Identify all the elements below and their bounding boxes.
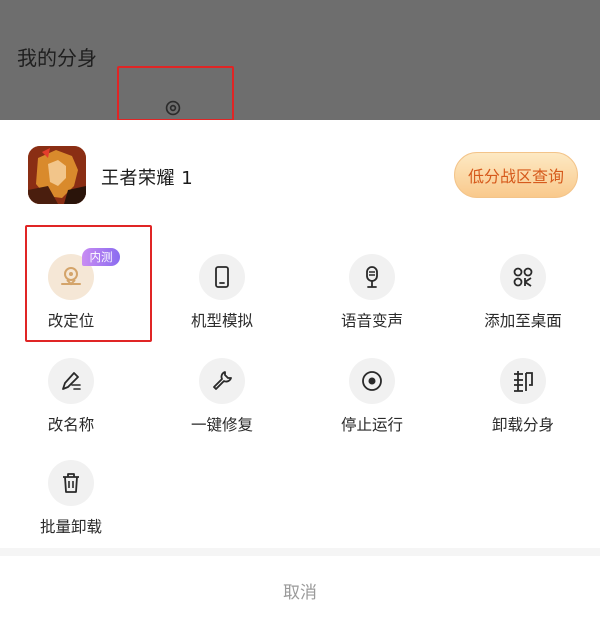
microphone-icon	[349, 254, 395, 300]
action-sheet: 王者荣耀 1 低分战区查询 改定位 机型模拟 语音变声 添加至桌面 改名称 一键…	[0, 120, 600, 624]
add-to-desktop-action[interactable]: 添加至桌面	[458, 254, 588, 344]
trash-icon	[48, 460, 94, 506]
rename-pen-icon	[48, 358, 94, 404]
rename-action[interactable]: 改名称	[6, 358, 136, 448]
game-app-icon	[28, 146, 86, 204]
voice-change-action[interactable]: 语音变声	[307, 254, 437, 344]
wrench-icon	[199, 358, 245, 404]
add-to-desktop-icon	[500, 254, 546, 300]
action-label: 语音变声	[340, 312, 403, 330]
page-title: 我的分身	[17, 46, 97, 70]
action-label: 一键修复	[190, 416, 253, 434]
action-label: 机型模拟	[190, 312, 253, 330]
dimmed-header: 我的分身	[0, 0, 600, 121]
phone-icon	[199, 254, 245, 300]
action-label: 添加至桌面	[484, 312, 562, 330]
change-location-highlight-annotation	[25, 225, 152, 342]
cancel-button[interactable]: 取消	[0, 556, 600, 624]
low-score-region-query-button[interactable]: 低分战区查询	[454, 152, 578, 198]
uninstall-icon	[500, 358, 546, 404]
batch-uninstall-action[interactable]: 批量卸载	[6, 460, 136, 550]
action-label: 改名称	[47, 416, 95, 434]
device-model-simulation-action[interactable]: 机型模拟	[157, 254, 287, 344]
stop-icon	[349, 358, 395, 404]
action-label: 停止运行	[340, 416, 403, 434]
gear-highlight-annotation	[117, 66, 234, 121]
app-name: 王者荣耀 1	[101, 168, 194, 189]
divider	[0, 548, 600, 556]
app-info-row: 王者荣耀 1 低分战区查询	[0, 144, 600, 208]
stop-running-action[interactable]: 停止运行	[307, 358, 437, 448]
one-click-repair-action[interactable]: 一键修复	[157, 358, 287, 448]
uninstall-clone-action[interactable]: 卸载分身	[458, 358, 588, 448]
action-label: 卸载分身	[491, 416, 554, 434]
action-label: 批量卸载	[39, 518, 102, 536]
